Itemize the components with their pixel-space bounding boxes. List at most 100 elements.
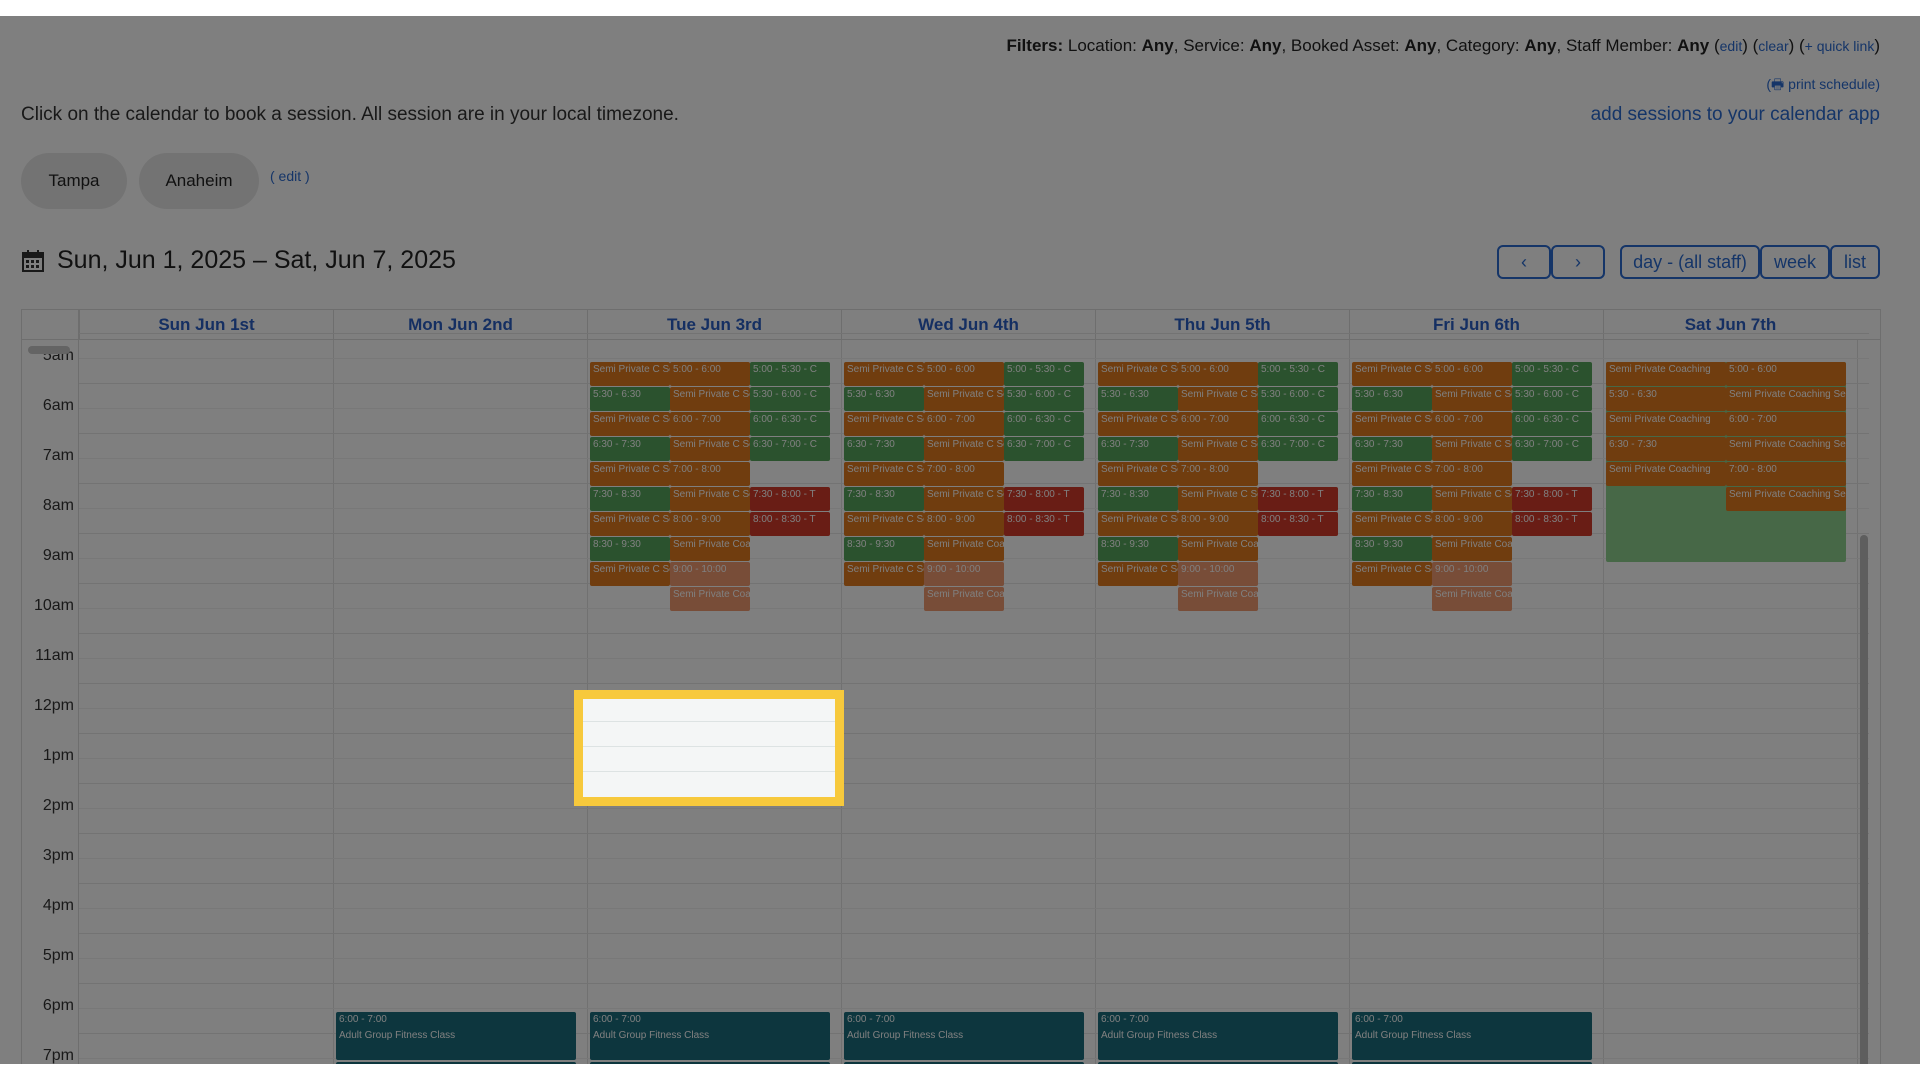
session-event[interactable]: 6:30 - 7:00 - C (1512, 437, 1592, 461)
session-event[interactable]: 8:30 - 9:30 (1098, 537, 1178, 561)
week-calendar[interactable]: Sun Jun 1st Mon Jun 2nd Tue Jun 3rd Wed … (21, 309, 1881, 1064)
session-event[interactable]: 6:30 - 7:30 (590, 437, 670, 461)
session-event[interactable]: Semi Private C Session (844, 562, 924, 586)
session-event[interactable]: 5:00 - 5:30 - C (1512, 362, 1592, 386)
session-event[interactable]: 7:30 - 8:30 (1098, 487, 1178, 511)
session-event[interactable]: 8:00 - 9:00 (1432, 512, 1512, 536)
session-event[interactable]: 7:00 - 8:00 (1726, 462, 1846, 486)
session-event[interactable]: 5:00 - 6:00 (670, 362, 750, 386)
session-event[interactable]: Semi Private C Session (1178, 437, 1258, 461)
quick-link[interactable]: + quick link (1805, 38, 1875, 54)
session-event[interactable]: 6:00 - 7:00 (1726, 412, 1846, 436)
session-event[interactable]: Semi Private Coaching (1606, 462, 1726, 486)
session-event[interactable]: 5:30 - 6:00 - C (1512, 387, 1592, 411)
session-event[interactable]: 8:00 - 8:30 - T (1004, 512, 1084, 536)
session-event[interactable]: Semi Private C Session (844, 512, 924, 536)
session-event[interactable]: 5:30 - 6:30 (1606, 387, 1726, 411)
day-header-tue[interactable]: Tue Jun 3rd (587, 310, 841, 340)
session-event[interactable]: 6:00 - 7:00 (924, 412, 1004, 436)
session-event[interactable]: Semi Private C Session (924, 437, 1004, 461)
calendar-scrollbar[interactable] (1860, 535, 1868, 1064)
day-header-sat[interactable]: Sat Jun 7th (1603, 310, 1857, 340)
session-event[interactable]: 8:00 - 8:30 - T (1258, 512, 1338, 536)
session-event[interactable]: 8:00 - 9:00 (1178, 512, 1258, 536)
session-event[interactable]: 7:30 - 8:30 (844, 487, 924, 511)
session-event[interactable]: 7:00 - 8:00 (924, 462, 1004, 486)
session-event[interactable]: Semi Private C Session (1098, 362, 1178, 386)
session-event[interactable]: 9:00 - 10:00 (924, 562, 1004, 586)
session-event[interactable]: Semi Private Coaching Session (1726, 387, 1846, 411)
location-tampa-button[interactable]: Tampa (21, 153, 127, 209)
location-anaheim-button[interactable]: Anaheim (139, 153, 259, 209)
session-event[interactable]: 6:00 - 6:30 - C (1258, 412, 1338, 436)
add-sessions-link[interactable]: add sessions to your calendar app (1591, 104, 1880, 126)
session-event[interactable]: Semi Private Coaching Session (1432, 537, 1512, 561)
session-event[interactable]: 8:00 - 8:30 - T (1512, 512, 1592, 536)
session-event[interactable]: Semi Private C Session (1432, 487, 1512, 511)
session-event[interactable]: Semi Private C Session (924, 487, 1004, 511)
session-event[interactable]: 5:00 - 5:30 - C (750, 362, 830, 386)
session-event[interactable]: 5:00 - 5:30 - C (1004, 362, 1084, 386)
session-event[interactable]: 7:30 - 8:30 (590, 487, 670, 511)
session-event[interactable]: 9:00 - 10:00 (1178, 562, 1258, 586)
session-event[interactable]: 6:00 - 6:30 - C (750, 412, 830, 436)
session-event[interactable]: 6:30 - 7:00 - C (750, 437, 830, 461)
view-list-button[interactable]: list (1830, 245, 1880, 279)
session-event[interactable]: Semi Private C Session (590, 462, 670, 486)
session-event[interactable]: Semi Private C Session (670, 387, 750, 411)
session-event[interactable]: 9:00 - 10:00 (1432, 562, 1512, 586)
session-event[interactable]: Semi Private C Session (590, 562, 670, 586)
session-event[interactable]: 8:30 - 9:30 (844, 537, 924, 561)
session-event[interactable]: Semi Private Coaching Session (924, 537, 1004, 561)
session-event[interactable]: Semi Private C Session (590, 362, 670, 386)
session-event[interactable]: 6:00 - 6:30 - C (1512, 412, 1592, 436)
session-event[interactable]: 8:00 - 9:00 (924, 512, 1004, 536)
session-event[interactable]: 6:30 - 7:30 (1098, 437, 1178, 461)
session-event[interactable]: 6:00 - 7:00 (670, 412, 750, 436)
session-event[interactable]: Semi Private Coaching Session (1432, 587, 1512, 611)
session-event[interactable]: Semi Private C Session (670, 437, 750, 461)
session-event[interactable]: Semi Private Coaching Session (1726, 437, 1846, 461)
session-event[interactable]: 7:30 - 8:30 (1352, 487, 1432, 511)
session-event[interactable]: 6:30 - 7:30 (1352, 437, 1432, 461)
session-event[interactable]: Semi Private C Session (844, 462, 924, 486)
session-event[interactable]: 5:30 - 6:30 (1352, 387, 1432, 411)
session-event[interactable]: 5:30 - 6:30 (1098, 387, 1178, 411)
session-event[interactable]: 8:00 - 8:30 - T (750, 512, 830, 536)
session-event[interactable]: Semi Private C Session (1352, 412, 1432, 436)
session-event[interactable]: 5:30 - 6:30 (590, 387, 670, 411)
session-event[interactable]: Semi Private C Session (1098, 562, 1178, 586)
session-event[interactable]: Semi Private Coaching (1606, 412, 1726, 436)
session-event[interactable]: Semi Private C Session (1352, 562, 1432, 586)
session-event[interactable]: 7:30 - 8:00 - T (1512, 487, 1592, 511)
session-event[interactable]: 7:30 - 8:00 - T (1258, 487, 1338, 511)
print-schedule-link[interactable]: (🖶 print schedule) (1766, 74, 1880, 98)
session-event[interactable]: 5:00 - 6:00 (924, 362, 1004, 386)
session-event[interactable]: 5:30 - 6:00 - C (1004, 387, 1084, 411)
session-event[interactable]: Semi Private Coaching Session (1178, 587, 1258, 611)
session-event[interactable]: Semi Private Coaching Session (670, 587, 750, 611)
session-event[interactable]: 5:00 - 6:00 (1178, 362, 1258, 386)
session-event[interactable]: 6:30 - 7:00 - C (1004, 437, 1084, 461)
day-header-thu[interactable]: Thu Jun 5th (1095, 310, 1349, 340)
day-header-fri[interactable]: Fri Jun 6th (1349, 310, 1603, 340)
session-event[interactable]: 6:00 - 7:00 (1432, 412, 1512, 436)
prev-week-button[interactable]: ‹ (1497, 245, 1551, 279)
session-event[interactable]: Semi Private C Session (670, 487, 750, 511)
next-week-button[interactable]: › (1551, 245, 1605, 279)
view-week-button[interactable]: week (1760, 245, 1830, 279)
day-header-mon[interactable]: Mon Jun 2nd (333, 310, 587, 340)
session-event[interactable]: Semi Private Coaching Session (1178, 537, 1258, 561)
session-event[interactable]: Semi Private C Session (1178, 487, 1258, 511)
session-event[interactable]: Semi Private C Session (1432, 387, 1512, 411)
session-event[interactable]: 5:30 - 6:30 (844, 387, 924, 411)
session-event[interactable]: Semi Private C Session (1178, 387, 1258, 411)
session-event[interactable]: Semi Private Coaching Session (1726, 487, 1846, 511)
session-event[interactable]: Semi Private Coaching Session (924, 587, 1004, 611)
day-header-wed[interactable]: Wed Jun 4th (841, 310, 1095, 340)
session-event[interactable]: 6:00 - 7:00 (1178, 412, 1258, 436)
session-event[interactable]: Semi Private C Session (1352, 462, 1432, 486)
session-event[interactable]: 5:00 - 5:30 - C (1258, 362, 1338, 386)
session-event[interactable]: 7:00 - 8:00 (670, 462, 750, 486)
session-event[interactable]: 5:30 - 6:00 - C (750, 387, 830, 411)
